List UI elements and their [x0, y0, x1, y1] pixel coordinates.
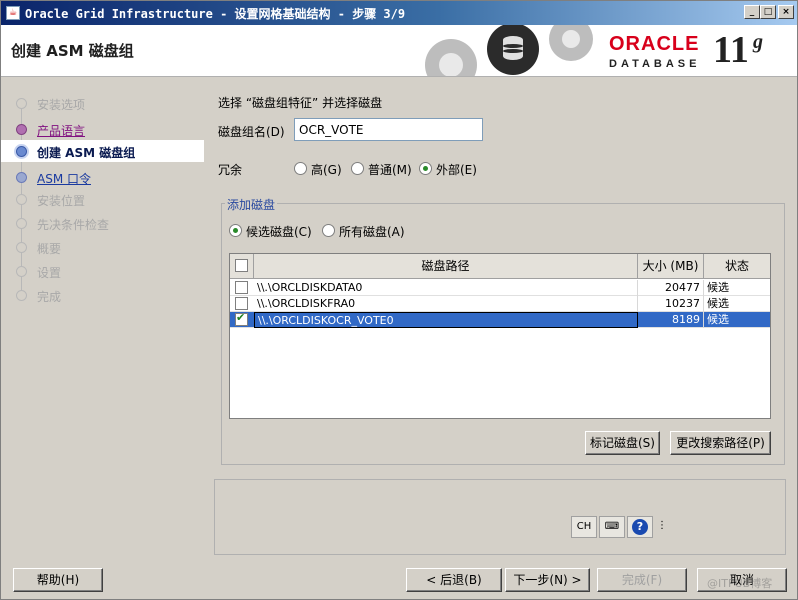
main-content: 选择 “磁盘组特征” 并选择磁盘 磁盘组名(D) 冗余 高(G) 普通(M) 外…	[205, 78, 797, 556]
next-button[interactable]: 下一步(N) >	[505, 568, 590, 592]
step-product-language[interactable]: 产品语言	[1, 118, 204, 140]
step-create-asm-diskgroup: 创建 ASM 磁盘组	[1, 140, 204, 162]
oracle-logo: ORACLE	[609, 33, 700, 55]
step-label: 先决条件检查	[37, 218, 110, 232]
column-header-path[interactable]: 磁盘路径	[254, 254, 638, 279]
disk-table: 磁盘路径 大小 (MB) 状态 \\.\ORCLDISKDATA0 20477 …	[229, 253, 771, 419]
step-label: 安装选项	[37, 98, 86, 112]
header-banner: 创建 ASM 磁盘组 ORACLE DATABASE 11 g	[1, 25, 797, 77]
ime-options-icon[interactable]: ⋮	[655, 516, 669, 538]
message-panel: CH ⌨ ? ⋮	[214, 479, 786, 555]
keyboard-icon[interactable]: ⌨	[599, 516, 625, 538]
intro-text: 选择 “磁盘组特征” 并选择磁盘	[218, 96, 383, 110]
step-asm-password[interactable]: ASM 口令	[1, 166, 204, 188]
step-label: 安装位置	[37, 194, 86, 208]
radio-label: 外部(E)	[436, 163, 477, 177]
version-letter: g	[753, 31, 763, 53]
radio-label: 高(G)	[311, 163, 342, 177]
gears-graphic	[425, 25, 593, 76]
step-indicator-icon	[16, 242, 27, 253]
step-label: 完成	[37, 290, 62, 304]
row-checkbox-checked[interactable]	[235, 311, 248, 326]
disk-status-cell: 候选	[707, 313, 729, 326]
java-app-icon: ☕	[6, 6, 20, 20]
title-bar: ☕ Oracle Grid Infrastructure - 设置网格基础结构 …	[1, 1, 797, 25]
disk-size-cell: 10237	[638, 296, 704, 312]
page-title: 创建 ASM 磁盘组	[11, 42, 134, 60]
radio-circle	[322, 224, 335, 237]
step-label: 概要	[37, 242, 62, 256]
redundancy-normal-radio[interactable]: 普通(M)	[351, 161, 412, 177]
step-label: 创建 ASM 磁盘组	[37, 146, 136, 160]
step-install-options: 安装选项	[1, 92, 204, 114]
radio-circle	[294, 162, 307, 175]
diskgroup-name-input[interactable]	[294, 118, 483, 141]
table-header: 磁盘路径 大小 (MB) 状态	[230, 254, 770, 279]
radio-label: 所有磁盘(A)	[339, 225, 405, 239]
radio-circle-selected	[419, 162, 432, 175]
add-disks-title: 添加磁盘	[225, 196, 278, 213]
radio-circle	[351, 162, 364, 175]
database-wordmark: DATABASE	[609, 58, 701, 70]
table-row[interactable]: \\.\ORCLDISKFRA0 10237 候选	[230, 296, 770, 312]
steps-panel: 安装选项 产品语言 创建 ASM 磁盘组 ASM 口令 安装位置 先决条件检查 …	[1, 78, 204, 556]
window-title: Oracle Grid Infrastructure - 设置网格基础结构 - …	[25, 7, 406, 21]
diskgroup-name-label: 磁盘组名(D)	[218, 125, 285, 139]
back-button[interactable]: < 后退(B)	[406, 568, 502, 592]
row-checkbox[interactable]	[235, 281, 248, 294]
radio-circle-selected	[229, 224, 242, 237]
step-indicator-icon	[16, 266, 27, 277]
redundancy-high-radio[interactable]: 高(G)	[294, 161, 344, 177]
step-indicator-icon	[16, 218, 27, 229]
step-indicator-icon	[16, 124, 27, 135]
help-icon[interactable]: ?	[627, 516, 653, 538]
select-all-cell	[230, 254, 254, 279]
step-summary: 概要	[1, 236, 204, 258]
installer-window: ☕ Oracle Grid Infrastructure - 设置网格基础结构 …	[0, 0, 798, 600]
all-disks-radio[interactable]: 所有磁盘(A)	[322, 223, 408, 239]
disk-path-cell: \\.\ORCLDISKDATA0	[254, 280, 638, 296]
column-header-size[interactable]: 大小 (MB)	[638, 254, 704, 279]
radio-label: 普通(M)	[368, 163, 412, 177]
maximize-button[interactable]: □	[760, 5, 776, 19]
disk-path-cell: \\.\ORCLDISKOCR_VOTE0	[254, 312, 638, 328]
step-install-location: 安装位置	[1, 188, 204, 210]
help-button[interactable]: 帮助(H)	[13, 568, 103, 592]
step-indicator-icon	[16, 290, 27, 301]
disk-status-cell: 候选	[707, 297, 729, 310]
step-indicator-icon	[16, 172, 27, 183]
row-checkbox[interactable]	[235, 297, 248, 310]
disk-path-cell: \\.\ORCLDISKFRA0	[254, 296, 638, 312]
step-indicator-icon	[16, 146, 27, 157]
step-indicator-icon	[16, 98, 27, 109]
table-row[interactable]: \\.\ORCLDISKDATA0 20477 候选	[230, 280, 770, 296]
watermark-text: @ITPUB博客	[707, 577, 773, 590]
step-label[interactable]: 产品语言	[37, 122, 85, 139]
close-button[interactable]: ×	[778, 5, 794, 19]
ime-toolbar: CH ⌨ ? ⋮	[571, 516, 675, 540]
redundancy-label: 冗余	[218, 163, 243, 177]
redundancy-external-radio[interactable]: 外部(E)	[419, 161, 479, 177]
radio-label: 候选磁盘(C)	[246, 225, 312, 239]
minimize-button[interactable]: _	[744, 5, 760, 19]
column-header-status[interactable]: 状态	[704, 254, 770, 279]
disk-status-cell: 候选	[707, 281, 729, 294]
step-indicator-icon	[16, 194, 27, 205]
table-row-selected[interactable]: \\.\ORCLDISKOCR_VOTE0 8189 候选	[230, 311, 770, 328]
disk-size-cell: 20477	[638, 280, 704, 296]
version-number: 11	[713, 29, 749, 71]
step-prereq-checks: 先决条件检查	[1, 212, 204, 234]
step-label[interactable]: ASM 口令	[37, 170, 91, 187]
finish-button: 完成(F)	[597, 568, 687, 592]
step-finish: 完成	[1, 284, 204, 306]
candidate-disks-radio[interactable]: 候选磁盘(C)	[229, 223, 315, 239]
stamp-disks-button[interactable]: 标记磁盘(S)	[585, 431, 660, 455]
select-all-checkbox[interactable]	[235, 259, 248, 272]
step-setup: 设置	[1, 260, 204, 282]
disk-size-cell: 8189	[638, 312, 704, 328]
change-discovery-path-button[interactable]: 更改搜索路径(P)	[670, 431, 771, 455]
step-label: 设置	[37, 266, 62, 280]
ime-lang-indicator[interactable]: CH	[571, 516, 597, 538]
